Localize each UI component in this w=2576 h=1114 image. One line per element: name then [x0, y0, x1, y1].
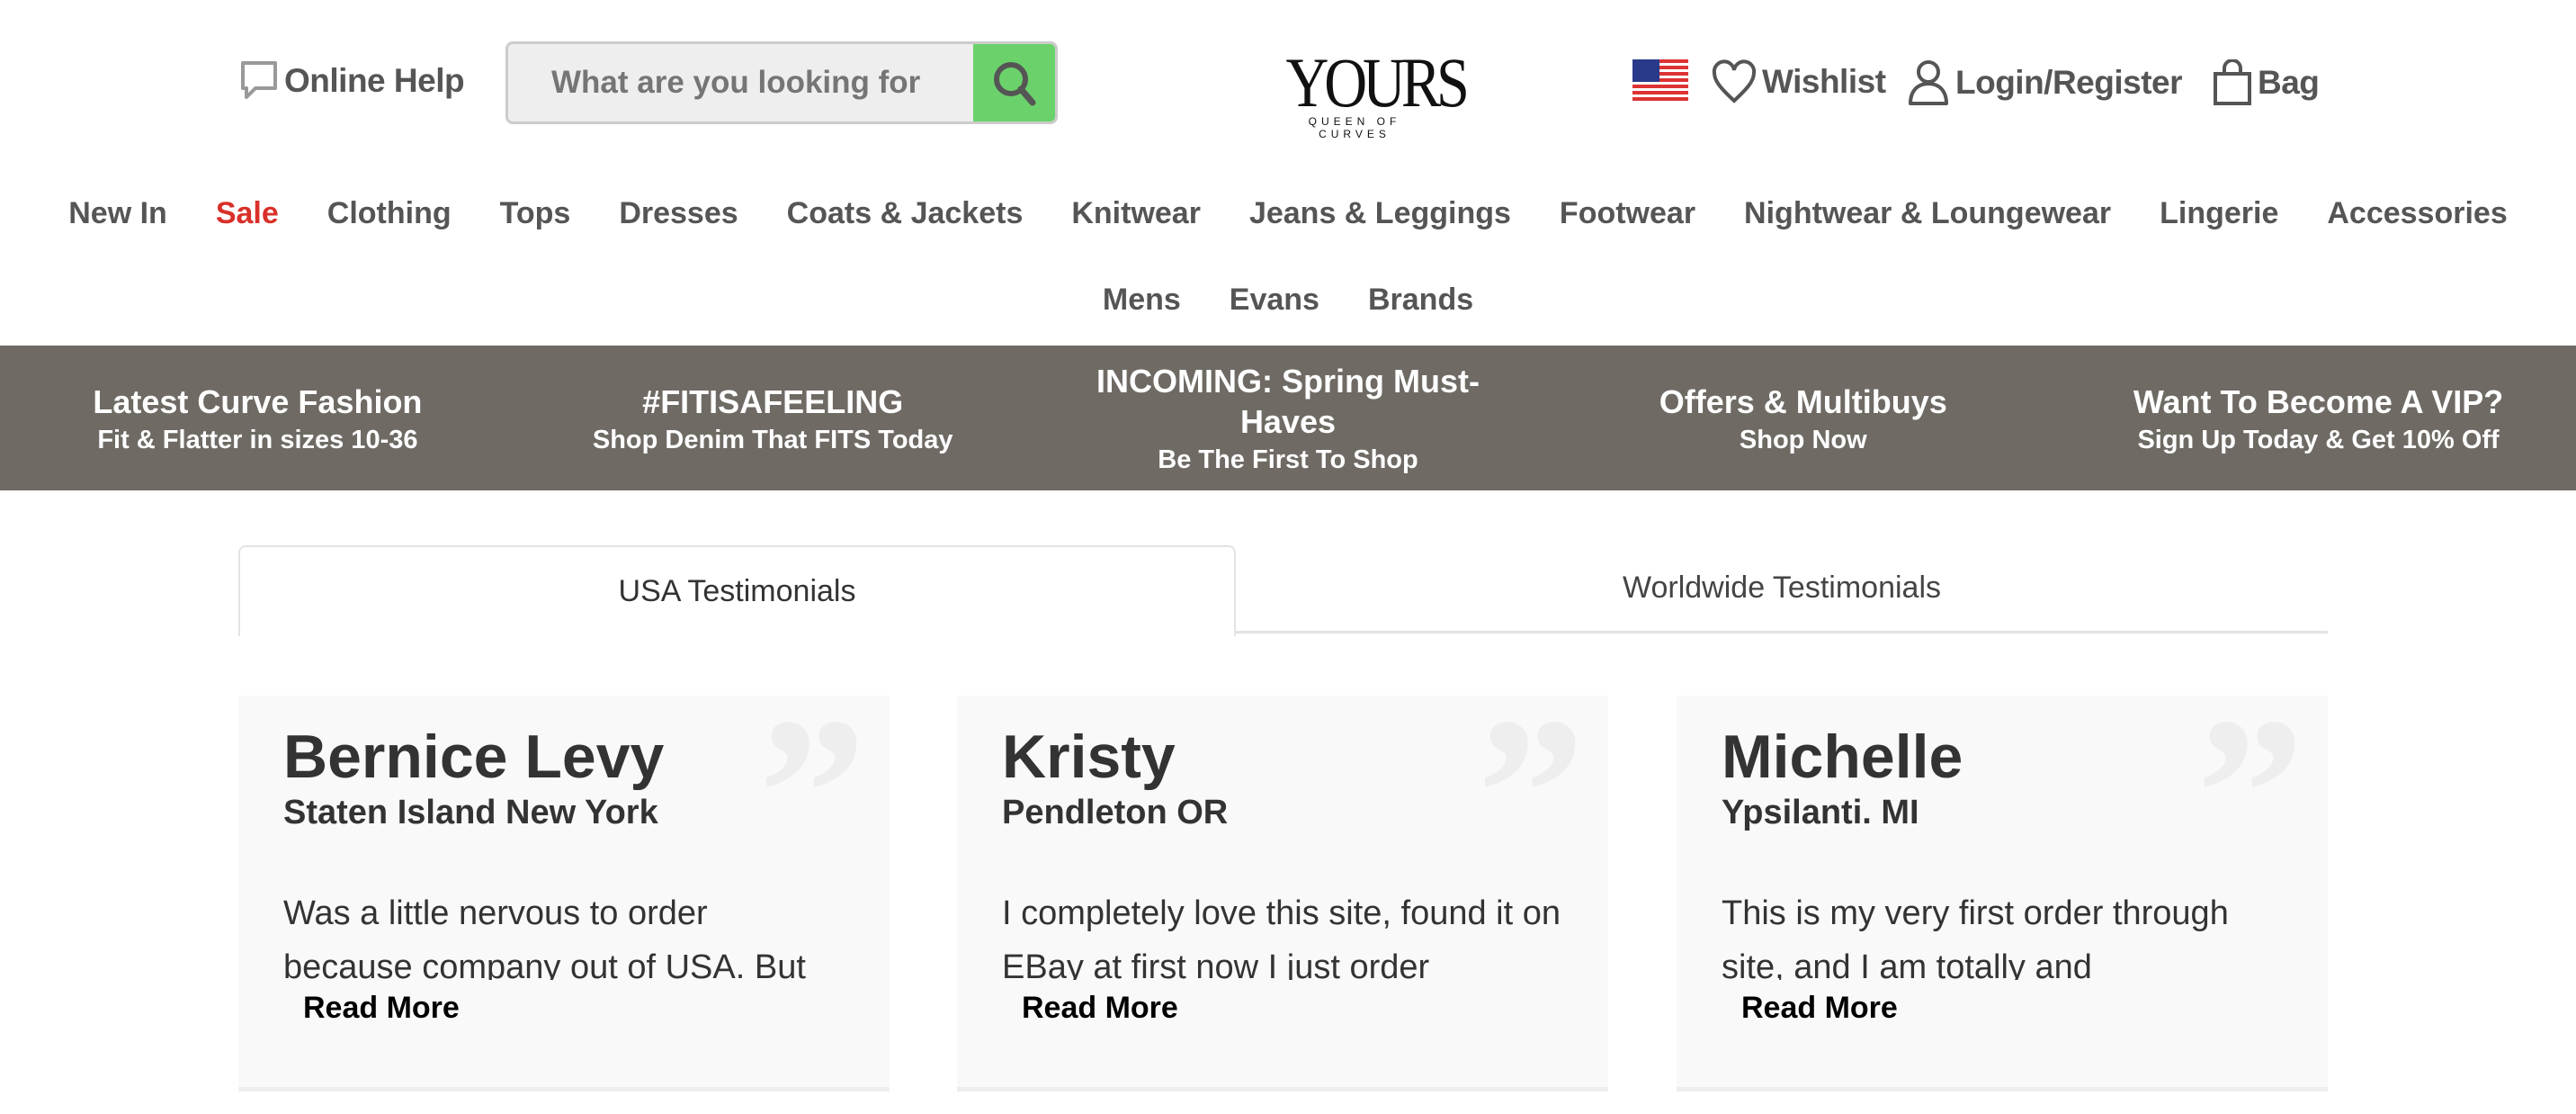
banner-promo[interactable]: Latest Curve Fashion Fit & Flatter in siz… [0, 346, 515, 490]
testimonial-name: Michelle [1722, 723, 1963, 791]
search-input[interactable] [508, 44, 973, 121]
banner-promo[interactable]: Want To Become A VIP? Sign Up Today & Get… [2061, 346, 2576, 490]
tab-usa-testimonials[interactable]: USA Testimonials [238, 545, 1236, 636]
banner-promo-subtitle: Shop Now [1739, 425, 1867, 454]
banner-promo-subtitle: Sign Up Today & Get 10% Off [2137, 425, 2500, 454]
nav-item-sale[interactable]: Sale [216, 196, 279, 231]
bag-link[interactable]: Bag [2213, 59, 2320, 106]
banner-promo-title: #FITISAFEELING [642, 382, 904, 420]
nav-item-new-in[interactable]: New In [68, 196, 167, 231]
nav-item-brands[interactable]: Brands [1368, 283, 1473, 318]
search-button[interactable] [973, 44, 1055, 121]
nav-item-lingerie[interactable]: Lingerie [2160, 196, 2278, 231]
testimonial-card: ” Michelle Ypsilanti. MI This is my very fi… [1677, 685, 2328, 1092]
main-nav-row-2: Mens Evans Brands [0, 283, 2576, 318]
testimonial-location: Staten Island New York [283, 794, 658, 831]
read-more-link[interactable]: Read More [1022, 991, 1178, 1026]
banner-promo-title: Want To Become A VIP? [2133, 382, 2504, 420]
testimonial-name: Bernice Levy [283, 723, 665, 791]
banner-promo-title: Offers & Multibuys [1659, 382, 1947, 420]
nav-item-footwear[interactable]: Footwear [1560, 196, 1695, 231]
testimonial-tabs: USA Testimonials Worldwide Testimonials [238, 545, 2328, 636]
nav-item-nightwear-loungewear[interactable]: Nightwear & Loungewear [1744, 196, 2111, 231]
heart-icon [1712, 59, 1757, 103]
promo-banner: Latest Curve Fashion Fit & Flatter in siz… [0, 346, 2576, 490]
banner-promo[interactable]: INCOMING: Spring Must-Haves Be The First … [1031, 346, 1546, 490]
banner-promo-title: Latest Curve Fashion [93, 382, 423, 420]
nav-item-dresses[interactable]: Dresses [619, 196, 738, 231]
banner-promo-subtitle: Fit & Flatter in sizes 10-36 [97, 425, 418, 454]
testimonial-location: Ypsilanti. MI [1722, 794, 1919, 831]
testimonial-text: This is my very first order through site… [1722, 894, 2229, 980]
user-icon [1909, 60, 1948, 105]
banner-promo-title: INCOMING: Spring Must-Haves [1096, 363, 1480, 440]
main-nav-row-1: New In Sale Clothing Tops Dresses Coats & Jac… [0, 196, 2576, 231]
read-more-link[interactable]: Read More [303, 991, 460, 1026]
nav-item-mens[interactable]: Mens [1103, 283, 1181, 318]
read-more-link[interactable]: Read More [1741, 991, 1898, 1026]
logo-text: YOURS [1285, 43, 1470, 121]
testimonial-location: Pendleton OR [1002, 794, 1229, 831]
search-icon [993, 62, 1035, 106]
nav-item-jeans-leggings[interactable]: Jeans & Leggings [1249, 196, 1511, 231]
online-help-label: Online Help [284, 62, 465, 99]
testimonial-card: ” Kristy Pendleton OR I completely love thi… [957, 685, 1608, 1092]
login-register-label: Login/Register [1955, 64, 2183, 101]
banner-promo-subtitle: Shop Denim That FITS Today [592, 425, 953, 454]
testimonial-name: Kristy [1002, 723, 1176, 791]
online-help-link[interactable]: Online Help [239, 59, 465, 103]
banner-promo[interactable]: Offers & Multibuys Shop Now [1545, 346, 2061, 490]
testimonial-text: I completely love this site, found it on… [1002, 894, 1561, 980]
nav-item-coats-jackets[interactable]: Coats & Jackets [787, 196, 1024, 231]
nav-item-knitwear[interactable]: Knitwear [1071, 196, 1201, 231]
chat-bubble-icon [241, 61, 277, 99]
nav-item-accessories[interactable]: Accessories [2327, 196, 2507, 231]
wishlist-label: Wishlist [1762, 63, 1886, 100]
yours-logo[interactable]: YOURS QUEEN OF CURVES [1274, 43, 1470, 141]
testimonial-card: ” Bernice Levy Staten Island New York Was a… [238, 685, 890, 1092]
search-bar [505, 41, 1058, 124]
banner-promo-subtitle: Be The First To Shop [1158, 445, 1418, 474]
nav-item-clothing[interactable]: Clothing [327, 196, 452, 231]
nav-item-evans[interactable]: Evans [1230, 283, 1319, 318]
banner-promo[interactable]: #FITISAFEELING Shop Denim That FITS Today [515, 346, 1031, 490]
wishlist-link[interactable]: Wishlist [1712, 59, 1886, 104]
bag-label: Bag [2258, 64, 2320, 101]
nav-item-tops[interactable]: Tops [500, 196, 571, 231]
us-flag-icon[interactable] [1632, 59, 1688, 101]
testimonial-text: Was a little nervous to order because co… [283, 894, 806, 980]
shopping-bag-icon [2214, 59, 2251, 105]
login-register-link[interactable]: Login/Register [1907, 59, 2183, 106]
tab-worldwide-testimonials[interactable]: Worldwide Testimonials [1236, 545, 2328, 631]
